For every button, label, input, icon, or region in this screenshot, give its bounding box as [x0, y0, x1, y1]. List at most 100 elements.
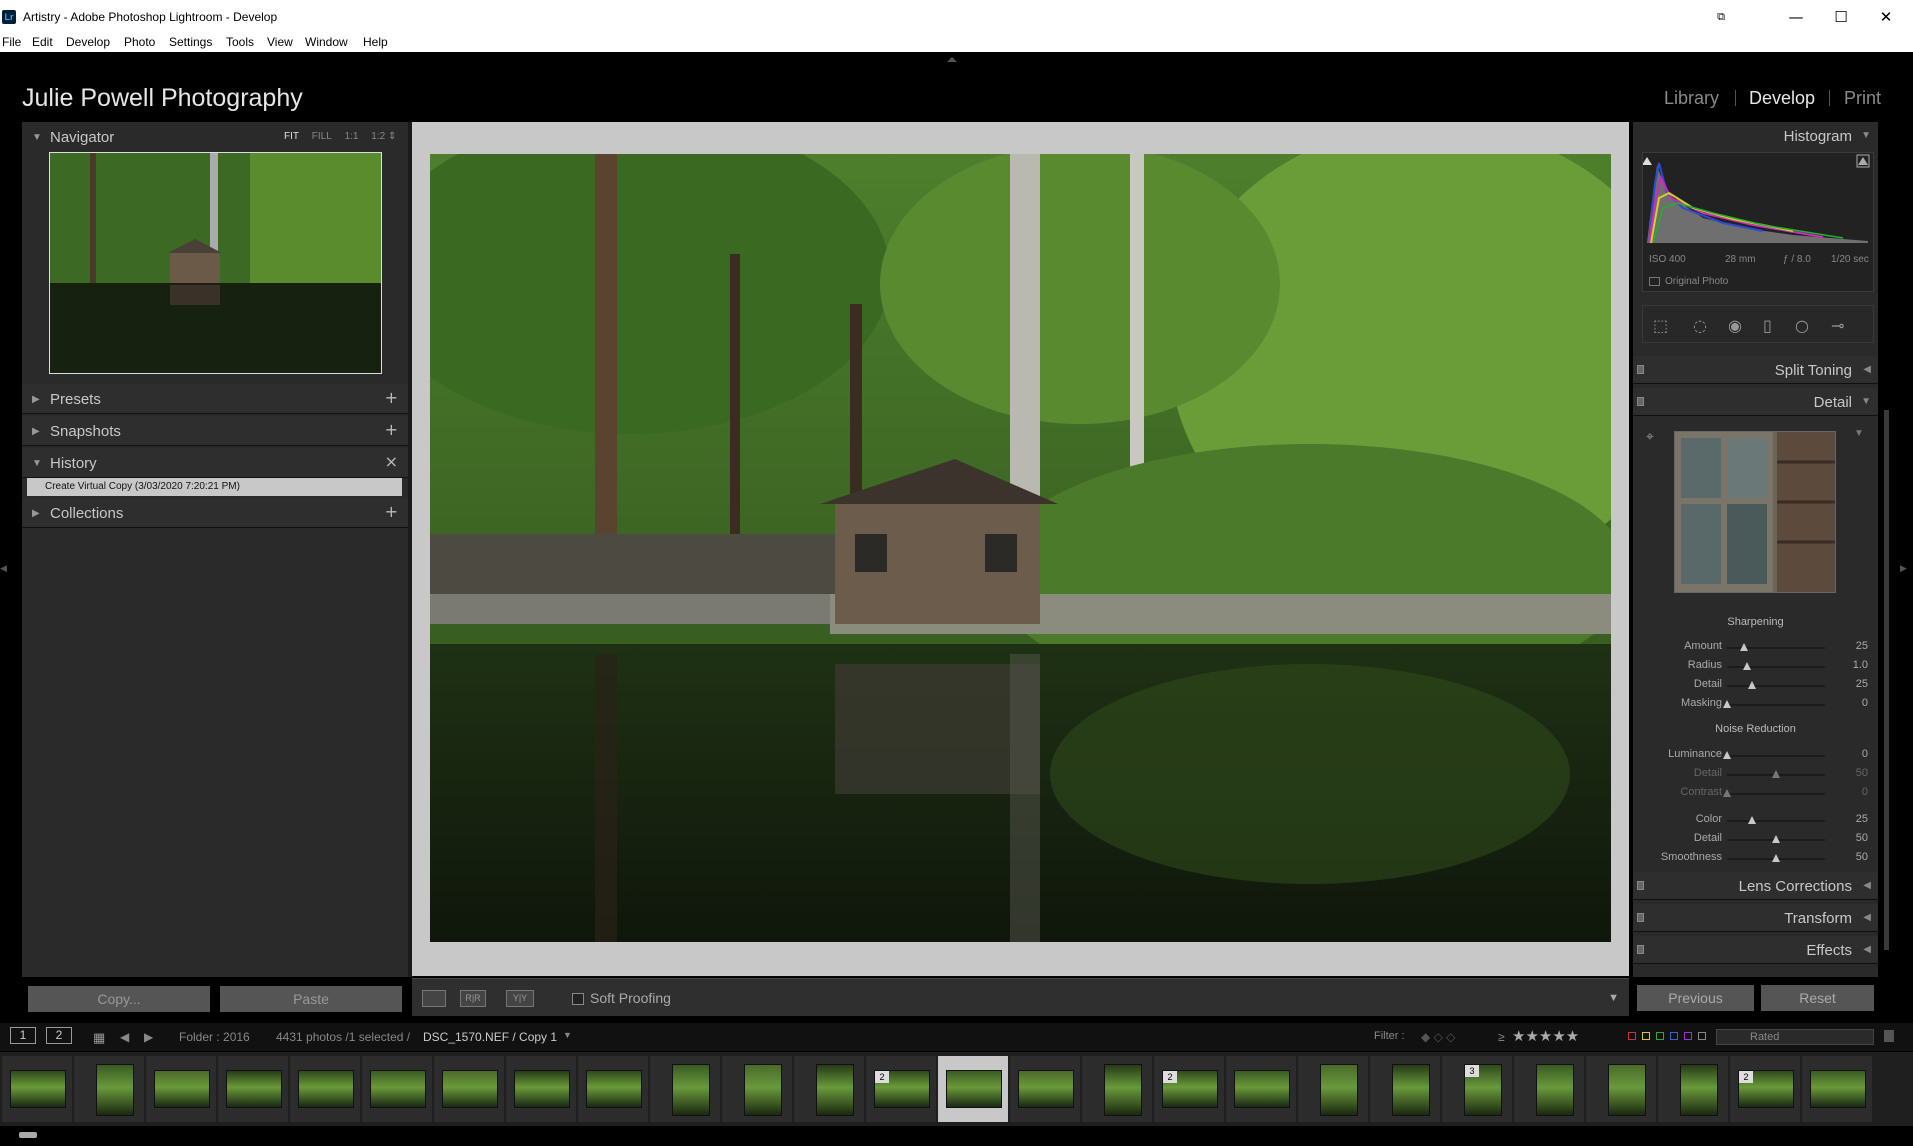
panel-toggle-switch[interactable]: [1637, 881, 1644, 890]
filmstrip-thumbnail[interactable]: [2, 1056, 72, 1122]
folder-label[interactable]: Folder : 2016: [179, 1030, 250, 1044]
menu-tools[interactable]: Tools: [226, 35, 254, 49]
filmstrip-thumbnail[interactable]: [1010, 1056, 1080, 1122]
right-panel-scrollbar[interactable]: [1884, 410, 1889, 950]
secondary-window-button[interactable]: 2: [46, 1027, 72, 1044]
flag-filter-icon[interactable]: ◆ ◇ ◇: [1421, 1030, 1455, 1044]
slider-row[interactable]: Masking 0: [1633, 696, 1878, 714]
history-header[interactable]: ▼ History ×: [22, 448, 408, 478]
history-step[interactable]: Create Virtual Copy (3/03/2020 7:20:21 P…: [27, 478, 402, 496]
menu-edit[interactable]: Edit: [32, 35, 53, 49]
collapse-left-panel-icon[interactable]: ◀: [0, 563, 7, 574]
reset-button[interactable]: Reset: [1761, 985, 1874, 1011]
module-library[interactable]: Library: [1664, 88, 1719, 109]
slider-thumb[interactable]: [1723, 751, 1731, 759]
menu-photo[interactable]: Photo: [124, 35, 155, 49]
menu-window[interactable]: Window: [305, 35, 348, 49]
clear-history-icon[interactable]: ×: [385, 452, 398, 471]
add-collection-icon[interactable]: +: [385, 502, 398, 521]
zoom-fit[interactable]: FIT: [284, 131, 299, 142]
soft-proofing-checkbox[interactable]: [572, 993, 584, 1005]
radial-filter-icon[interactable]: ○: [1795, 316, 1809, 335]
main-photo[interactable]: [430, 154, 1611, 942]
menu-develop[interactable]: Develop: [66, 35, 110, 49]
menu-file[interactable]: File: [2, 35, 21, 49]
slider-value[interactable]: 50: [1856, 832, 1868, 844]
previous-button[interactable]: Previous: [1637, 985, 1754, 1011]
slider-row[interactable]: Smoothness 50: [1633, 850, 1878, 868]
module-develop[interactable]: Develop: [1749, 88, 1815, 109]
filmstrip-thumbnail[interactable]: [722, 1056, 792, 1122]
navigator-preview[interactable]: [49, 152, 382, 374]
blue-label-filter[interactable]: [1670, 1032, 1678, 1040]
close-button[interactable]: ✕: [1868, 6, 1904, 28]
main-window-button[interactable]: 1: [10, 1027, 36, 1044]
slider-value[interactable]: 0: [1862, 786, 1868, 798]
minimize-button[interactable]: —: [1778, 6, 1814, 28]
zoom-1-2[interactable]: 1:2 ⇕: [371, 131, 396, 142]
filmstrip-thumbnail[interactable]: [74, 1056, 144, 1122]
back-arrow-icon[interactable]: ◀: [120, 1030, 129, 1044]
histogram[interactable]: ISO 400 28 mm ƒ / 8.0 1/20 sec Original …: [1642, 152, 1874, 292]
maximize-button[interactable]: ☐: [1823, 6, 1859, 28]
slider-row[interactable]: Radius 1.0: [1633, 658, 1878, 676]
slider-track[interactable]: [1727, 854, 1825, 862]
adjustment-brush-icon[interactable]: ⊸: [1831, 316, 1844, 335]
detail-zoom-preview[interactable]: [1674, 431, 1836, 593]
filmstrip-thumbnail[interactable]: [794, 1056, 864, 1122]
filmstrip-thumbnail[interactable]: [362, 1056, 432, 1122]
slider-track[interactable]: [1727, 662, 1825, 670]
loupe-view-icon[interactable]: [422, 990, 446, 1007]
filter-lock-icon[interactable]: [1884, 1030, 1894, 1042]
filmstrip-thumbnail[interactable]: [1514, 1056, 1584, 1122]
filmstrip-thumbnail[interactable]: [1802, 1056, 1872, 1122]
panel-toggle-switch[interactable]: [1637, 945, 1644, 954]
slider-row[interactable]: Detail 25: [1633, 677, 1878, 695]
filmstrip-thumbnail[interactable]: [578, 1056, 648, 1122]
add-snapshot-icon[interactable]: +: [385, 420, 398, 439]
stack-count-badge[interactable]: 2: [875, 1071, 889, 1083]
slider-thumb[interactable]: [1723, 789, 1731, 797]
slider-value[interactable]: 1.0: [1853, 659, 1868, 671]
slider-thumb[interactable]: [1742, 662, 1751, 670]
filmstrip-thumbnail[interactable]: [434, 1056, 504, 1122]
source-dropdown-icon[interactable]: ▼: [563, 1030, 572, 1040]
before-after-view-icon[interactable]: R|R: [460, 990, 486, 1007]
slider-thumb[interactable]: [1747, 681, 1756, 689]
yellow-label-filter[interactable]: [1642, 1032, 1650, 1040]
filmstrip-thumbnail[interactable]: [1082, 1056, 1152, 1122]
slider-row[interactable]: Detail 50: [1633, 766, 1878, 784]
slider-value[interactable]: 50: [1856, 851, 1868, 863]
slider-track[interactable]: [1727, 816, 1825, 824]
spot-removal-icon[interactable]: ◌: [1693, 316, 1707, 335]
panel-toggle-switch[interactable]: [1637, 913, 1644, 922]
toolbar-options-icon[interactable]: ▼: [1608, 992, 1619, 1004]
detail-target-icon[interactable]: ⌖: [1646, 428, 1654, 445]
filmstrip-thumbnail[interactable]: 2: [866, 1056, 936, 1122]
menu-settings[interactable]: Settings: [169, 35, 212, 49]
stack-count-badge[interactable]: 2: [1739, 1071, 1753, 1083]
filmstrip-thumbnail[interactable]: [650, 1056, 720, 1122]
graduated-filter-icon[interactable]: ▯: [1763, 316, 1772, 335]
slider-track[interactable]: [1727, 835, 1825, 843]
purple-label-filter[interactable]: [1684, 1032, 1692, 1040]
copy-settings-button[interactable]: Copy...: [28, 986, 210, 1012]
restore-layout-icon[interactable]: ⧉: [1703, 6, 1739, 28]
snapshots-header[interactable]: ▶ Snapshots +: [22, 416, 408, 446]
detail-preview-toggle-icon[interactable]: ▼: [1854, 428, 1864, 439]
zoom-1-1[interactable]: 1:1: [345, 131, 359, 142]
filmstrip-thumbnail[interactable]: [506, 1056, 576, 1122]
grid-view-icon[interactable]: ▦: [93, 1030, 105, 1046]
slider-track[interactable]: [1723, 789, 1825, 797]
filmstrip-thumbnail[interactable]: [1298, 1056, 1368, 1122]
original-photo-checkbox[interactable]: [1649, 276, 1660, 286]
slider-row[interactable]: Amount 25: [1633, 639, 1878, 657]
stack-count-badge[interactable]: 3: [1465, 1065, 1479, 1077]
filmstrip-thumbnail[interactable]: [1586, 1056, 1656, 1122]
slider-row[interactable]: Color 25: [1633, 812, 1878, 830]
slider-value[interactable]: 50: [1856, 767, 1868, 779]
slider-row[interactable]: Detail 50: [1633, 831, 1878, 849]
before-after-split-icon[interactable]: Y|Y: [506, 990, 534, 1007]
crop-overlay-icon[interactable]: ⬚: [1653, 316, 1668, 335]
filmstrip-thumbnail[interactable]: 3: [1442, 1056, 1512, 1122]
